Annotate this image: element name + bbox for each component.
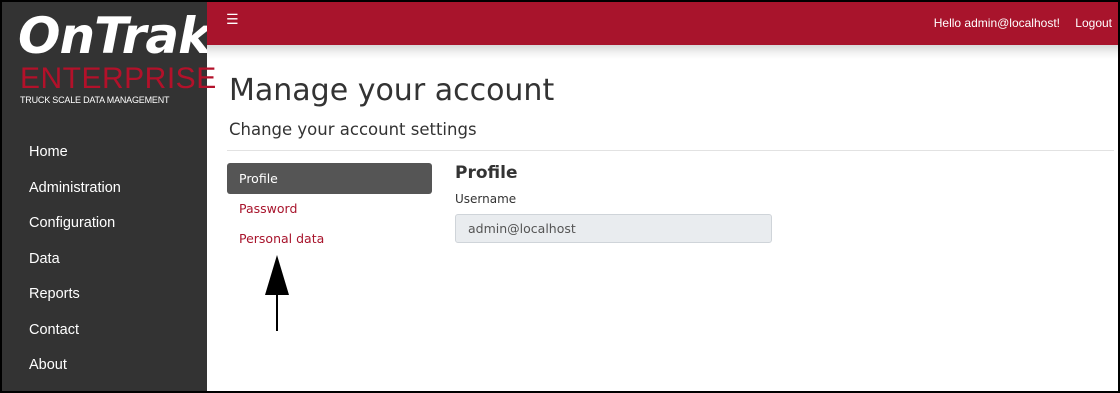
sidebar: OnTrak ™ ENTERPRISE TRUCK SCALE DATA MAN…: [2, 2, 216, 391]
profile-pane: Profile Username admin@localhost: [455, 163, 772, 243]
ontrak-logo[interactable]: OnTrak ™ ENTERPRISE TRUCK SCALE DATA MAN…: [2, 2, 216, 127]
account-nav: Profile Password Personal data: [227, 163, 432, 254]
account-nav-profile[interactable]: Profile: [227, 163, 432, 194]
logo-brand: OnTrak: [18, 7, 211, 65]
sidebar-nav: Home Administration Configuration Data R…: [2, 135, 207, 384]
account-nav-password[interactable]: Password: [227, 194, 432, 224]
profile-heading: Profile: [455, 163, 518, 183]
logout-link[interactable]: Logout: [1075, 16, 1112, 30]
logo-product: ENTERPRISE: [20, 62, 217, 95]
account-nav-personal-data[interactable]: Personal data: [227, 224, 432, 254]
app-window: OnTrak ™ ENTERPRISE TRUCK SCALE DATA MAN…: [0, 0, 1120, 393]
sidebar-item-configuration[interactable]: Configuration: [2, 206, 207, 242]
sidebar-item-contact[interactable]: Contact: [2, 313, 207, 349]
user-greeting[interactable]: Hello admin@localhost!: [934, 16, 1060, 30]
annotation-arrow-icon: [265, 255, 289, 331]
username-label: Username: [455, 192, 517, 206]
username-field[interactable]: admin@localhost: [455, 214, 772, 243]
top-bar: ☰ Hello admin@localhost! Logout: [207, 2, 1118, 45]
sidebar-item-reports[interactable]: Reports: [2, 277, 207, 313]
topbar-shadow: [207, 45, 1118, 59]
logo-tagline: TRUCK SCALE DATA MANAGEMENT: [20, 95, 170, 105]
hamburger-menu-icon[interactable]: ☰: [226, 12, 239, 28]
logo-trademark: ™: [187, 28, 195, 37]
sidebar-item-data[interactable]: Data: [2, 242, 207, 278]
divider: [227, 150, 1114, 151]
page-title: Manage your account: [229, 73, 555, 108]
sidebar-item-administration[interactable]: Administration: [2, 171, 207, 207]
page-subtitle: Change your account settings: [229, 120, 477, 139]
main-content: Manage your account Change your account …: [207, 59, 1118, 391]
sidebar-item-about[interactable]: About: [2, 348, 207, 384]
sidebar-item-home[interactable]: Home: [2, 135, 207, 171]
